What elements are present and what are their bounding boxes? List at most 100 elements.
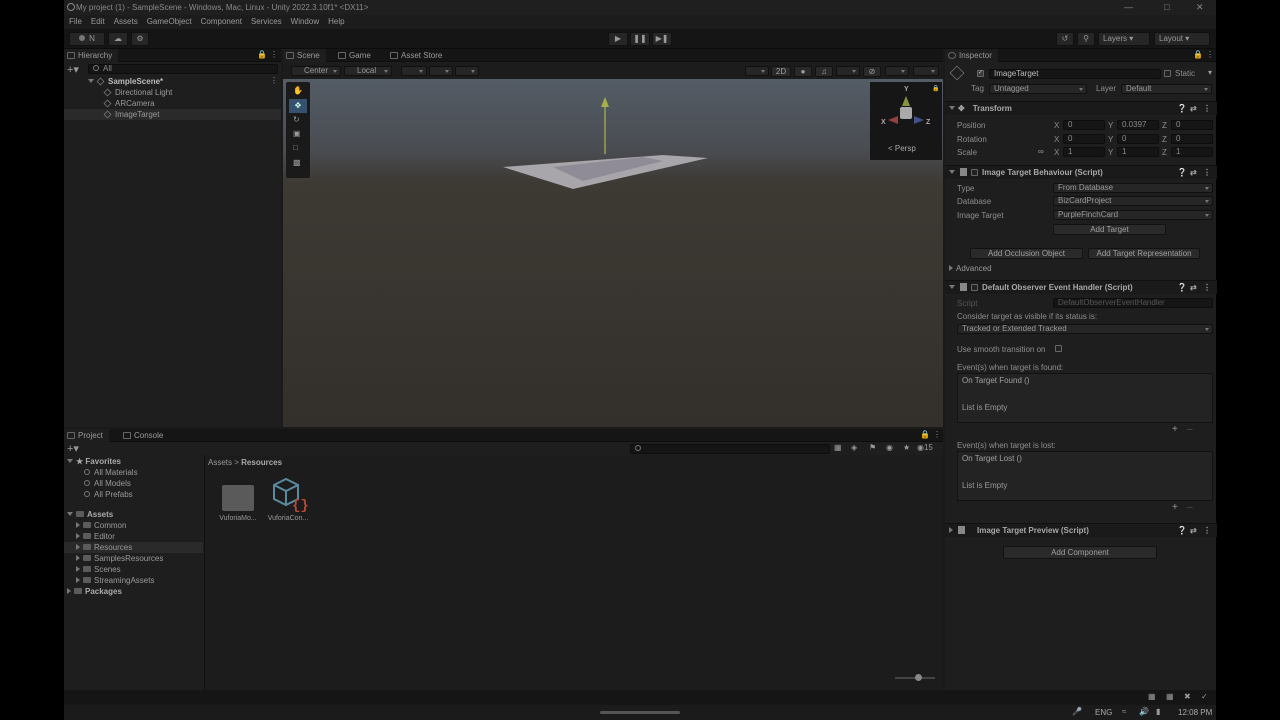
slider-handle[interactable] bbox=[915, 674, 922, 681]
asset-vuforia-models-folder[interactable]: VuforiaMo... bbox=[215, 483, 261, 522]
battery-icon[interactable]: ▮ bbox=[1156, 707, 1160, 716]
auto-refresh-icon[interactable]: ✓ bbox=[1201, 692, 1208, 701]
audio-toggle[interactable]: ♫ bbox=[815, 66, 833, 77]
clock[interactable]: 12:08 PM bbox=[1178, 708, 1212, 717]
language-indicator[interactable]: ENG bbox=[1095, 708, 1112, 717]
help-icon[interactable]: ❔ bbox=[1177, 524, 1187, 538]
menu-gameobject[interactable]: GameObject bbox=[147, 17, 192, 26]
add-target-representation-button[interactable]: Add Target Representation bbox=[1088, 248, 1200, 259]
expand-arrow-icon[interactable] bbox=[88, 79, 94, 83]
rotate-tool-icon[interactable]: ↻ bbox=[293, 115, 300, 124]
hierarchy-item-directional-light[interactable]: Directional Light bbox=[103, 87, 172, 98]
packages-header[interactable]: Packages bbox=[67, 586, 122, 597]
rot-x-field[interactable]: 0 bbox=[1063, 134, 1105, 144]
tab-console[interactable]: Console bbox=[120, 429, 169, 442]
preset-icon[interactable]: ⇄ bbox=[1190, 102, 1197, 116]
breadcrumb-resources[interactable]: Resources bbox=[241, 458, 282, 467]
collab-gear-icon[interactable]: ⚙ bbox=[131, 32, 149, 46]
gizmos-dropdown[interactable] bbox=[913, 66, 939, 76]
close-icon[interactable]: ✕ bbox=[1196, 2, 1204, 13]
help-icon[interactable]: ❔ bbox=[1177, 102, 1187, 116]
collapse-arrow-icon[interactable] bbox=[67, 588, 71, 594]
space-dropdown[interactable]: Local bbox=[344, 66, 392, 76]
preset-icon[interactable]: ⇄ bbox=[1190, 524, 1197, 538]
preset-icon[interactable]: ⇄ bbox=[1190, 166, 1197, 180]
effects-dropdown[interactable] bbox=[836, 66, 860, 76]
collapse-arrow-icon[interactable] bbox=[76, 522, 80, 528]
tab-project[interactable]: Project bbox=[64, 429, 109, 442]
hierarchy-item-imagetarget[interactable]: ImageTarget bbox=[64, 109, 281, 120]
assets-header[interactable]: Assets bbox=[67, 509, 113, 520]
lock-icon[interactable]: 🔒 bbox=[257, 50, 267, 59]
grid-dropdown[interactable] bbox=[429, 66, 453, 76]
increment-snap-dropdown[interactable] bbox=[455, 66, 479, 76]
menu-edit[interactable]: Edit bbox=[91, 17, 105, 26]
add-event-plus-icon[interactable]: + bbox=[1172, 502, 1178, 513]
pause-button[interactable]: ❚❚ bbox=[630, 32, 650, 46]
cloud-icon[interactable]: ☁ bbox=[108, 32, 128, 46]
pivot-dropdown[interactable]: Center bbox=[291, 66, 341, 76]
scene-viewport[interactable]: ✋ ✥ ↻ ▣ □ ▩ Y X Z 🔒 < Persp bbox=[283, 79, 943, 427]
hierarchy-item-arcamera[interactable]: ARCamera bbox=[103, 98, 155, 109]
menu-assets[interactable]: Assets bbox=[114, 17, 138, 26]
layer-dropdown[interactable]: Default bbox=[1121, 84, 1212, 94]
move-tool-icon[interactable]: ✥ bbox=[289, 99, 307, 113]
lock-icon[interactable]: 🔒 bbox=[920, 430, 930, 439]
enabled-checkbox[interactable] bbox=[971, 169, 978, 176]
transform-tool-icon[interactable]: ▩ bbox=[293, 158, 301, 167]
collapse-arrow-icon[interactable] bbox=[949, 265, 953, 271]
folder-common[interactable]: Common bbox=[76, 520, 126, 531]
collapse-arrow-icon[interactable] bbox=[76, 566, 80, 572]
search-icon[interactable]: ⚲ bbox=[1077, 32, 1095, 46]
lock-icon[interactable]: 🔒 bbox=[1193, 50, 1203, 59]
preset-icon[interactable]: ⇄ bbox=[1190, 281, 1197, 295]
status-dropdown[interactable]: Tracked or Extended Tracked bbox=[957, 324, 1213, 334]
scale-tool-icon[interactable]: ▣ bbox=[293, 129, 301, 138]
add-occlusion-object-button[interactable]: Add Occlusion Object bbox=[970, 248, 1083, 259]
expand-arrow-icon[interactable] bbox=[67, 512, 73, 516]
static-checkbox[interactable] bbox=[1164, 70, 1171, 77]
progress-icon[interactable]: ▦ bbox=[1166, 692, 1174, 701]
microphone-icon[interactable]: 🎤 bbox=[1072, 707, 1082, 716]
component-menu-icon[interactable]: ⋮ bbox=[1203, 524, 1211, 538]
constrain-proportions-icon[interactable]: ∞ bbox=[1038, 147, 1044, 156]
menu-component[interactable]: Component bbox=[201, 17, 242, 26]
component-menu-icon[interactable]: ⋮ bbox=[1203, 281, 1211, 295]
menu-window[interactable]: Window bbox=[291, 17, 319, 26]
play-button[interactable]: ▶ bbox=[608, 32, 628, 46]
favorites-header[interactable]: ★ Favorites bbox=[67, 456, 121, 467]
layers-dropdown[interactable]: Layers ▾ bbox=[1098, 32, 1150, 46]
toggle-2d-button[interactable]: 2D bbox=[771, 66, 791, 77]
collapse-arrow-icon[interactable] bbox=[76, 577, 80, 583]
collapse-arrow-icon[interactable] bbox=[76, 555, 80, 561]
wifi-icon[interactable]: ≈ bbox=[1122, 707, 1126, 716]
create-plus-icon[interactable]: +▾ bbox=[67, 63, 79, 76]
volume-icon[interactable]: 🔊 bbox=[1139, 707, 1149, 716]
pos-y-field[interactable]: 0.0397 bbox=[1117, 120, 1159, 130]
panel-menu-icon[interactable]: ⋮ bbox=[1206, 50, 1214, 59]
image-target-dropdown[interactable]: PurpleFinchCard bbox=[1053, 210, 1213, 220]
favorite-all-models[interactable]: All Models bbox=[84, 478, 131, 489]
active-checkbox[interactable]: ✓ bbox=[977, 70, 984, 77]
rot-z-field[interactable]: 0 bbox=[1171, 134, 1213, 144]
tab-inspector[interactable]: Inspector bbox=[945, 49, 998, 62]
account-button[interactable]: N bbox=[69, 32, 105, 46]
help-icon[interactable]: ❔ bbox=[1177, 281, 1187, 295]
scene-menu-icon[interactable]: ⋮ bbox=[270, 76, 278, 85]
folder-scenes[interactable]: Scenes bbox=[76, 564, 121, 575]
panel-menu-icon[interactable]: ⋮ bbox=[933, 430, 941, 439]
create-plus-icon[interactable]: +▾ bbox=[67, 442, 79, 455]
zoom-slider[interactable] bbox=[895, 674, 935, 681]
asset-vuforia-config[interactable]: {} VuforiaCon... bbox=[265, 475, 311, 522]
tab-asset-store[interactable]: Asset Store bbox=[387, 49, 448, 62]
cache-server-icon[interactable]: ▦ bbox=[1148, 692, 1156, 701]
hand-tool-icon[interactable]: ✋ bbox=[293, 86, 303, 95]
default-observer-event-handler-header[interactable]: Default Observer Event Handler (Script) … bbox=[945, 280, 1217, 294]
lighting-toggle[interactable]: ● bbox=[794, 66, 812, 77]
project-search-input[interactable] bbox=[630, 444, 830, 454]
menu-help[interactable]: Help bbox=[328, 17, 344, 26]
rot-y-field[interactable]: 0 bbox=[1117, 134, 1159, 144]
undo-history-icon[interactable]: ↺ bbox=[1056, 32, 1074, 46]
menu-services[interactable]: Services bbox=[251, 17, 282, 26]
menu-file[interactable]: File bbox=[69, 17, 82, 26]
